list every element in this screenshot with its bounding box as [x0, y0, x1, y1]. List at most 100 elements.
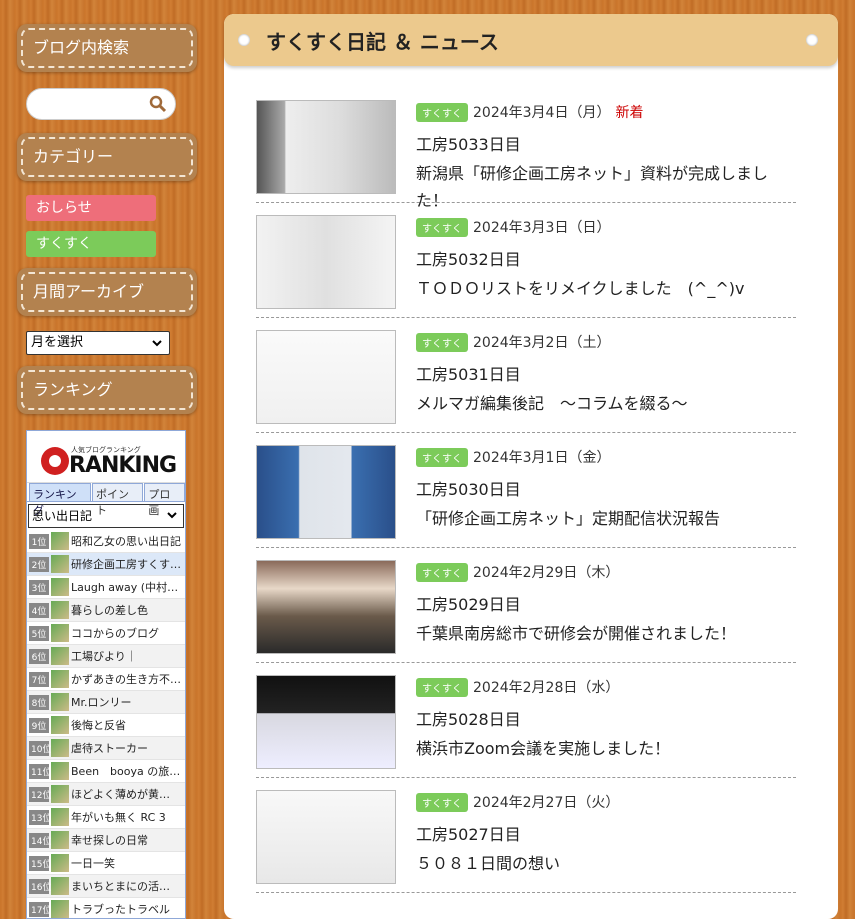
rank-blog-name[interactable]: 暮らしの差し色 [71, 602, 148, 618]
rank-blog-name[interactable]: 後悔と反省 [71, 717, 126, 733]
rank-blog-name[interactable]: Laugh away (中村… [71, 579, 178, 595]
rank-number: 3位 [29, 579, 49, 595]
ranking-row[interactable]: 4位 暮らしの差し色 [27, 599, 185, 622]
rank-number: 11位 [29, 763, 51, 779]
post-title[interactable]: 工房5033日目 [416, 131, 521, 155]
rank-blog-name[interactable]: ほどよく薄めが黄… [71, 786, 170, 802]
ranking-row[interactable]: 10位 虐待ストーカー [27, 737, 185, 760]
genre-select-value: 思い出日記 [32, 509, 93, 523]
rank-blog-name[interactable]: トラブったトラベル [71, 901, 170, 917]
ranking-row[interactable]: 9位 後悔と反省 [27, 714, 185, 737]
post-title[interactable]: 工房5030日目 [416, 476, 521, 500]
ranking-row[interactable]: 1位 昭和乙女の思い出日記 [27, 530, 185, 553]
post-category-tag[interactable]: すくすく [416, 792, 468, 812]
ranking-logo[interactable]: 人気ブログランキング RANKING [27, 431, 185, 483]
ranking-row[interactable]: 8位 Mr.ロンリー [27, 691, 185, 714]
tab-point[interactable]: ポイント [91, 483, 144, 517]
post-excerpt[interactable]: ＴＯＤＯリストをリメイクしました (^_^)v [416, 275, 786, 302]
post-title[interactable]: 工房5032日目 [416, 246, 521, 270]
rank-blog-name[interactable]: 研修企画工房すくす… [71, 556, 181, 572]
main-header: すくすく日記 ＆ ニュース [224, 14, 838, 66]
post-excerpt[interactable]: 千葉県南房総市で研修会が開催されました！ [416, 620, 786, 647]
rank-thumbnail [51, 693, 69, 711]
post-item: すくすく 2024年3月3日（日） 工房5032日目 ＴＯＤＯリストをリメイクしました… [256, 203, 796, 318]
tab-pro[interactable]: プロ画 [144, 483, 185, 517]
ranking-heading: ランキング [17, 366, 197, 414]
post-item: すくすく 2024年3月2日（土） 工房5031日目 メルマガ編集後記 ～コラムを綴る… [256, 318, 796, 433]
rank-blog-name[interactable]: Been booya の旅… [71, 763, 180, 779]
header-dot-left [238, 34, 250, 46]
post-meta: すくすく 2024年3月4日（月） 新着 [416, 102, 643, 122]
post-excerpt[interactable]: メルマガ編集後記 ～コラムを綴る～ [416, 390, 786, 417]
rank-blog-name[interactable]: まいちとまにの活… [71, 878, 170, 894]
post-thumbnail[interactable] [256, 675, 396, 769]
rank-number: 17位 [29, 901, 51, 917]
post-excerpt[interactable]: ５０８１日間の想い [416, 850, 786, 877]
post-title[interactable]: 工房5031日目 [416, 361, 521, 385]
tab-ranking[interactable]: ランキング [29, 483, 91, 517]
month-select[interactable]: 月を選択 [26, 331, 170, 355]
rank-thumbnail [51, 808, 69, 826]
post-thumbnail[interactable] [256, 560, 396, 654]
genre-select[interactable]: 思い出日記 [28, 504, 184, 528]
month-select-value: 月を選択 [31, 335, 84, 350]
ranking-row[interactable]: 3位 Laugh away (中村… [27, 576, 185, 599]
ranking-row[interactable]: 2位 研修企画工房すくす… [27, 553, 185, 576]
rank-blog-name[interactable]: ココからのブログ [71, 625, 159, 641]
rank-thumbnail [51, 647, 69, 665]
ranking-row[interactable]: 13位 年がいも無く RC 3 [27, 806, 185, 829]
rank-blog-name[interactable]: Mr.ロンリー [71, 694, 132, 710]
chevron-down-icon [167, 512, 177, 519]
post-category-tag[interactable]: すくすく [416, 217, 468, 237]
post-category-tag[interactable]: すくすく [416, 332, 468, 352]
search-input[interactable] [26, 88, 176, 120]
ranking-row[interactable]: 7位 かずあきの生き方不… [27, 668, 185, 691]
category-sukusuku[interactable]: すくすく [26, 231, 156, 257]
post-category-tag[interactable]: すくすく [416, 102, 468, 122]
post-category-tag[interactable]: すくすく [416, 562, 468, 582]
post-item: すくすく 2024年2月28日（水） 工房5028日目 横浜市Zoom会議を実施しまし… [256, 663, 796, 778]
rank-blog-name[interactable]: 一日一笑 [71, 855, 115, 871]
ranking-row[interactable]: 5位 ココからのブログ [27, 622, 185, 645]
post-title[interactable]: 工房5028日目 [416, 706, 521, 730]
post-title[interactable]: 工房5027日目 [416, 821, 521, 845]
ranking-row[interactable]: 14位 幸せ探しの日常 [27, 829, 185, 852]
post-category-tag[interactable]: すくすく [416, 447, 468, 467]
ranking-row[interactable]: 6位 工場びより｜ [27, 645, 185, 668]
post-item: すくすく 2024年2月27日（火） 工房5027日目 ５０８１日間の想い [256, 778, 796, 893]
ranking-row[interactable]: 15位 一日一笑 [27, 852, 185, 875]
post-thumbnail[interactable] [256, 215, 396, 309]
rank-thumbnail [51, 670, 69, 688]
post-thumbnail[interactable] [256, 790, 396, 884]
category-oshirase[interactable]: おしらせ [26, 195, 156, 221]
rank-blog-name[interactable]: 幸せ探しの日常 [71, 832, 148, 848]
rank-number: 1位 [29, 533, 49, 549]
ranking-row[interactable]: 17位 トラブったトラベル [27, 898, 185, 918]
rank-blog-name[interactable]: 年がいも無く RC 3 [71, 809, 166, 825]
rank-blog-name[interactable]: かずあきの生き方不… [71, 671, 181, 687]
rank-thumbnail [51, 624, 69, 642]
rank-blog-name[interactable]: 昭和乙女の思い出日記 [71, 533, 181, 549]
post-date: 2024年3月4日（月） [473, 105, 611, 121]
ranking-row[interactable]: 16位 まいちとまにの活… [27, 875, 185, 898]
post-excerpt[interactable]: 「研修企画工房ネット」定期配信状況報告 [416, 505, 786, 532]
ranking-row[interactable]: 12位 ほどよく薄めが黄… [27, 783, 185, 806]
rank-number: 4位 [29, 602, 49, 618]
post-excerpt[interactable]: 横浜市Zoom会議を実施しました！ [416, 735, 786, 762]
post-thumbnail[interactable] [256, 445, 396, 539]
search-icon[interactable] [149, 95, 167, 113]
rank-number: 15位 [29, 855, 51, 871]
ranking-logo-text: RANKING [69, 453, 177, 478]
post-category-tag[interactable]: すくすく [416, 677, 468, 697]
rank-thumbnail [51, 785, 69, 803]
post-title[interactable]: 工房5029日目 [416, 591, 521, 615]
rank-thumbnail [51, 762, 69, 780]
rank-blog-name[interactable]: 工場びより｜ [71, 648, 137, 664]
header-dot-right [806, 34, 818, 46]
rank-blog-name[interactable]: 虐待ストーカー [71, 740, 148, 756]
ranking-row[interactable]: 11位 Been booya の旅… [27, 760, 185, 783]
rank-number: 16位 [29, 878, 51, 894]
rank-thumbnail [51, 578, 69, 596]
post-thumbnail[interactable] [256, 330, 396, 424]
post-thumbnail[interactable] [256, 100, 396, 194]
